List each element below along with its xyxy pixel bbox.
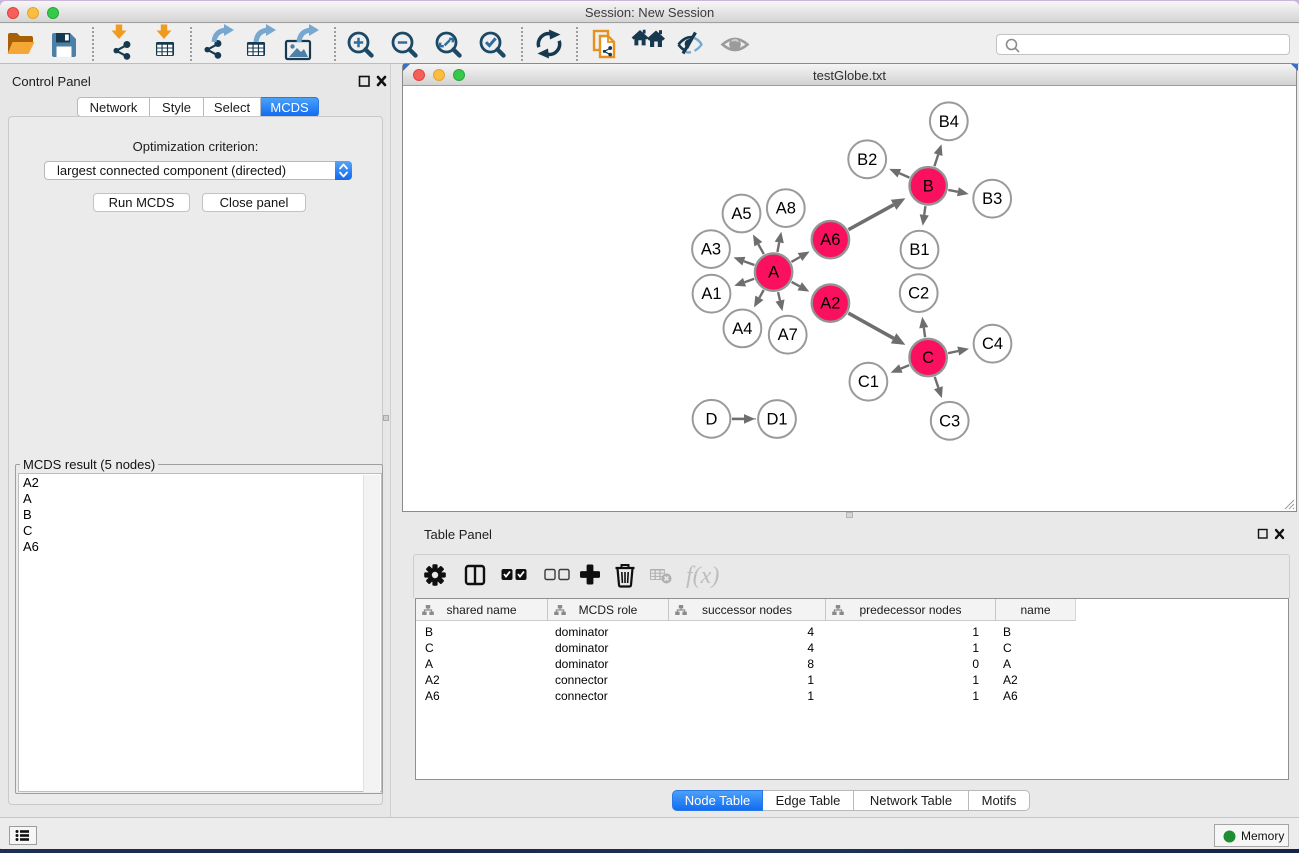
svg-text:C4: C4 xyxy=(982,335,1003,353)
svg-text:B4: B4 xyxy=(939,113,959,131)
svg-text:A7: A7 xyxy=(778,326,798,344)
svg-text:A8: A8 xyxy=(776,200,796,218)
svg-text:B: B xyxy=(923,177,934,195)
svg-text:B2: B2 xyxy=(857,151,877,169)
svg-text:C: C xyxy=(922,349,934,367)
svg-text:D1: D1 xyxy=(766,411,787,429)
svg-text:A3: A3 xyxy=(701,241,721,259)
svg-text:A6: A6 xyxy=(820,231,840,249)
svg-text:A1: A1 xyxy=(701,285,721,303)
svg-text:C2: C2 xyxy=(908,285,929,303)
svg-text:B1: B1 xyxy=(909,241,929,259)
svg-text:f(x): f(x) xyxy=(686,563,719,589)
svg-text:C3: C3 xyxy=(939,412,960,430)
svg-text:B3: B3 xyxy=(982,190,1002,208)
svg-text:C1: C1 xyxy=(858,373,879,391)
svg-text:A2: A2 xyxy=(820,295,840,313)
svg-text:D: D xyxy=(706,410,718,428)
svg-text:A5: A5 xyxy=(731,205,751,223)
svg-text:A4: A4 xyxy=(732,320,752,338)
svg-text:A: A xyxy=(768,264,779,282)
